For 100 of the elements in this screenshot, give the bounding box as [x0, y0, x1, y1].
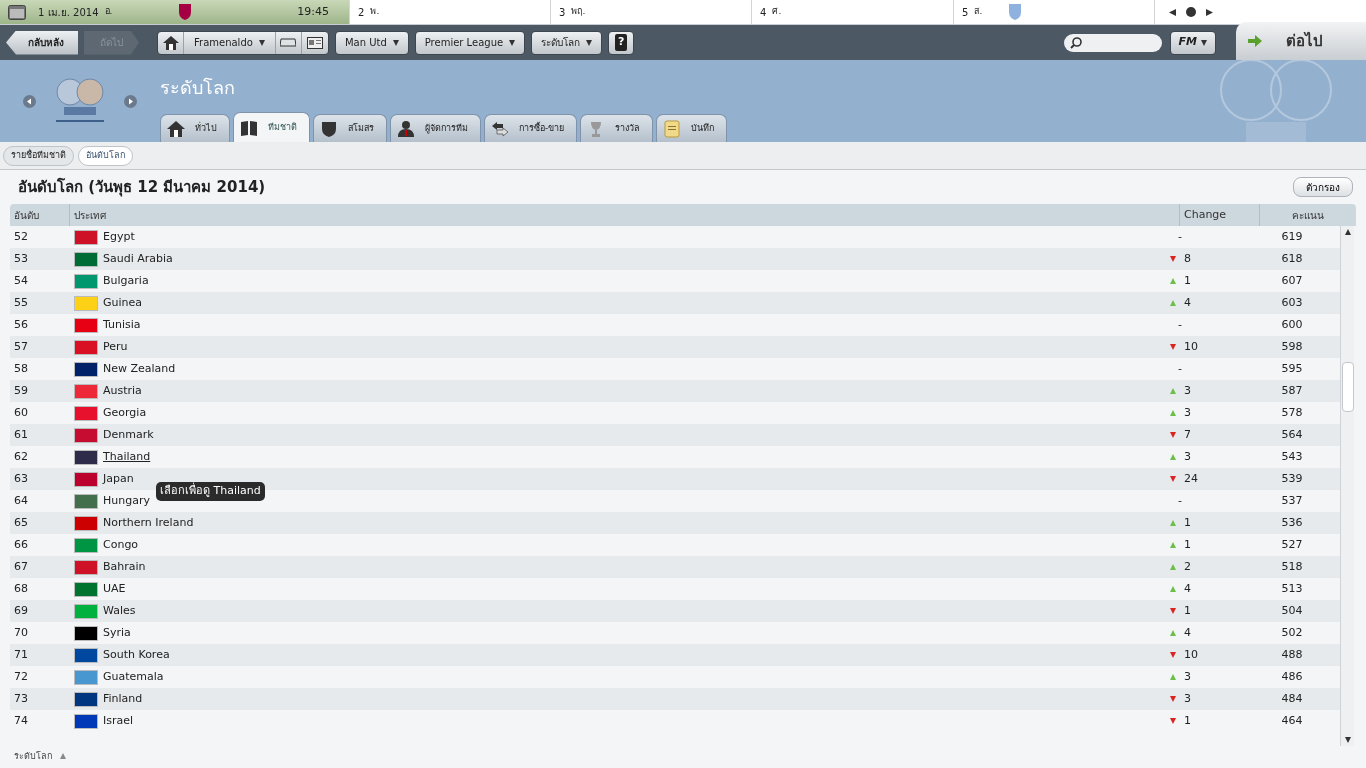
dropdown-menu[interactable]: Premier League	[414, 30, 526, 55]
country-link[interactable]: Guatemala	[103, 668, 164, 686]
country-link[interactable]: Tunisia	[103, 316, 141, 334]
caret-icon	[509, 39, 516, 46]
dropdown-menu[interactable]: Framenaldo	[184, 31, 276, 54]
country-link[interactable]: Wales	[103, 602, 136, 620]
section-tab[interactable]: การซื้อ-ขาย	[484, 114, 578, 142]
country-link[interactable]: Congo	[103, 536, 139, 554]
points-cell-text: 543	[1280, 448, 1304, 465]
points-cell-text: 607	[1280, 272, 1304, 289]
rank-cell-text: 68	[13, 580, 29, 597]
country-link[interactable]: Israel	[103, 712, 134, 730]
column-header[interactable]: คะแนน	[1260, 204, 1356, 226]
footer-label[interactable]: ระดับโลก	[14, 749, 52, 763]
change-value: 3	[1184, 404, 1191, 421]
tray-icon[interactable]	[280, 38, 297, 47]
collapse-arrow-icon[interactable]	[60, 753, 66, 760]
section-tab[interactable]: ผู้จัดการทีม	[390, 114, 481, 142]
search-field[interactable]	[1063, 33, 1162, 52]
back-button[interactable]: กลับหลัง	[6, 30, 78, 55]
section-tab[interactable]: ทีมชาติ	[233, 112, 310, 142]
country-link[interactable]: Saudi Arabia	[103, 250, 173, 268]
weekday-label: ส.	[974, 5, 983, 19]
dropdown-menu[interactable]: Man Utd	[334, 30, 409, 55]
rank-cell-text: 58	[13, 360, 29, 377]
change-value: 4	[1184, 580, 1191, 597]
rank-cell-text: 56	[13, 316, 29, 333]
points-cell-text: 618	[1280, 250, 1304, 267]
today-icon[interactable]	[1186, 7, 1196, 17]
change-value: -	[1178, 316, 1182, 333]
day-label: 3	[559, 5, 566, 20]
country-link[interactable]: Peru	[103, 338, 128, 356]
country-link[interactable]: Northern Ireland	[103, 514, 194, 532]
calendar-day[interactable]: 1 เม.ย. 2014 อ. 19:45	[0, 0, 350, 24]
filter-button[interactable]: ตัวกรอง	[1293, 177, 1353, 197]
rank-cell-text: 65	[13, 514, 29, 531]
weekday-label: อ.	[104, 5, 113, 19]
continue-button[interactable]: ต่อไป	[1286, 29, 1323, 53]
country-link[interactable]: Bahrain	[103, 558, 146, 576]
notepad-icon	[663, 119, 682, 138]
country-link[interactable]: Egypt	[103, 228, 135, 246]
sub-tab[interactable]: อันดับโลก	[78, 145, 133, 166]
previous-day-icon[interactable]	[1169, 8, 1176, 16]
points-cell-text: 564	[1280, 426, 1304, 443]
change-value: 1	[1184, 272, 1191, 289]
section-tab[interactable]: ทั่วไป	[160, 114, 230, 142]
rank-cell-text: 54	[13, 272, 29, 289]
country-link[interactable]: Thailand	[103, 448, 151, 466]
points-cell-text: 488	[1280, 646, 1304, 663]
change-value: 1	[1184, 602, 1191, 619]
country-link[interactable]: New Zealand	[103, 360, 176, 378]
rank-cell-text: 59	[13, 382, 29, 399]
points-cell-text: 603	[1280, 294, 1304, 311]
dropdown-menu[interactable]: ระดับโลก	[531, 30, 603, 55]
rank-cell-text: 53	[13, 250, 29, 267]
home-icon[interactable]	[162, 35, 179, 50]
day-label: 4	[760, 5, 767, 20]
newspaper-icon[interactable]	[306, 36, 323, 49]
scroll-up-icon[interactable]	[1344, 229, 1351, 235]
points-cell-text: 536	[1280, 514, 1304, 531]
country-link[interactable]: Austria	[103, 382, 142, 400]
country-link[interactable]: Japan	[103, 470, 134, 488]
fm-menu-button[interactable]: FM	[1169, 30, 1216, 55]
change-value: -	[1178, 228, 1182, 245]
change-value: 4	[1184, 294, 1191, 311]
calendar-icon[interactable]	[8, 4, 26, 20]
country-link[interactable]: Syria	[103, 624, 131, 642]
section-tab[interactable]: บันทึก	[656, 114, 728, 142]
country-link[interactable]: Denmark	[103, 426, 154, 444]
continue-arrow-icon[interactable]	[1248, 35, 1262, 47]
rank-cell-text: 62	[13, 448, 29, 465]
country-link[interactable]: Guinea	[103, 294, 143, 312]
page-title: อันดับโลก (วันพุธ 12 มีนาคม 2014)	[18, 176, 266, 199]
next-day-icon[interactable]	[1206, 8, 1213, 16]
scrollbar[interactable]	[1340, 226, 1354, 746]
scroll-down-icon[interactable]	[1344, 737, 1351, 743]
change-value: -	[1178, 492, 1182, 509]
country-link[interactable]: Bulgaria	[103, 272, 149, 290]
rank-cell-text: 69	[13, 602, 29, 619]
country-link[interactable]: Finland	[103, 690, 143, 708]
scroll-thumb[interactable]	[1341, 362, 1354, 412]
club-crest-icon	[178, 3, 193, 21]
sub-tab[interactable]: รายชื่อทีมชาติ	[3, 145, 74, 166]
weekday-label: พฤ.	[571, 5, 586, 19]
change-value: 3	[1184, 448, 1191, 465]
section-tab[interactable]: สโมสร	[313, 114, 387, 142]
points-cell-text: 600	[1280, 316, 1304, 333]
country-link[interactable]: South Korea	[103, 646, 170, 664]
rank-cell-text: 64	[13, 492, 29, 509]
help-button[interactable]: ?	[608, 30, 635, 55]
rank-cell-text: 72	[13, 668, 29, 685]
rank-cell-text: 63	[13, 470, 29, 487]
country-link[interactable]: UAE	[103, 580, 126, 598]
country-link[interactable]: Hungary	[103, 492, 150, 510]
country-link[interactable]: Georgia	[103, 404, 147, 422]
change-value: -	[1178, 360, 1182, 377]
page-header-title: ระดับโลก	[160, 76, 236, 100]
section-tab[interactable]: รางวัล	[580, 114, 654, 142]
points-cell-text: 486	[1280, 668, 1304, 685]
weekday-label: พ.	[370, 5, 380, 19]
